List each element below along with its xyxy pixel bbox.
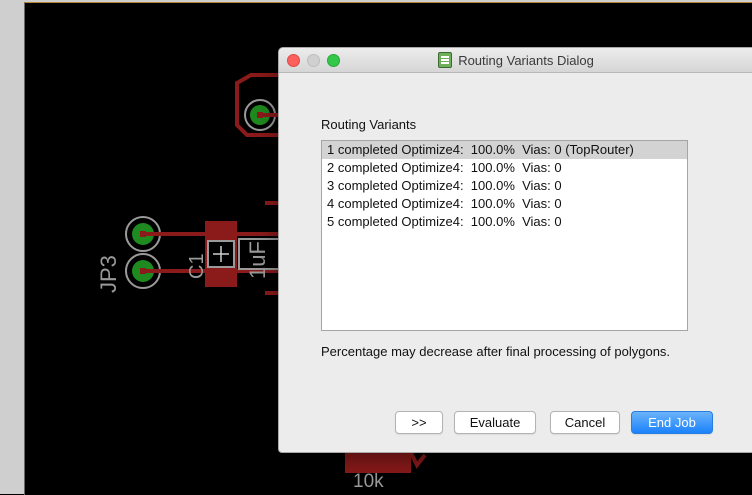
variant-item[interactable]: 5 completed Optimize4: 100.0% Vias: 0 (322, 213, 687, 231)
title-wrap: Routing Variants Dialog (279, 48, 752, 72)
dialog-title: Routing Variants Dialog (458, 52, 594, 68)
label-jp3: JP3 (96, 255, 121, 293)
variant-item[interactable]: 1 completed Optimize4: 100.0% Vias: 0 (T… (322, 141, 687, 159)
eagle-app-icon (438, 52, 453, 68)
variant-item[interactable]: 2 completed Optimize4: 100.0% Vias: 0 (322, 159, 687, 177)
evaluate-button[interactable]: Evaluate (454, 411, 536, 434)
cancel-button[interactable]: Cancel (550, 411, 620, 434)
title-bar[interactable]: Routing Variants Dialog (279, 48, 752, 73)
label-c1-value: 1uF (245, 241, 270, 279)
variant-item[interactable]: 3 completed Optimize4: 100.0% Vias: 0 (322, 177, 687, 195)
polygon-note: Percentage may decrease after final proc… (321, 344, 671, 359)
trace (235, 73, 279, 97)
variant-item[interactable]: 4 completed Optimize4: 100.0% Vias: 0 (322, 195, 687, 213)
via (257, 112, 263, 118)
label-resistor-value: 10k (353, 471, 384, 492)
section-label: Routing Variants (321, 117, 417, 132)
routing-variants-dialog: Routing Variants Dialog Routing Variants… (278, 47, 752, 453)
variants-list[interactable]: 1 completed Optimize4: 100.0% Vias: 0 (T… (321, 140, 688, 331)
end-job-button[interactable]: End Job (631, 411, 713, 434)
label-c1: C1 (186, 253, 208, 279)
more-button[interactable]: >> (395, 411, 443, 434)
